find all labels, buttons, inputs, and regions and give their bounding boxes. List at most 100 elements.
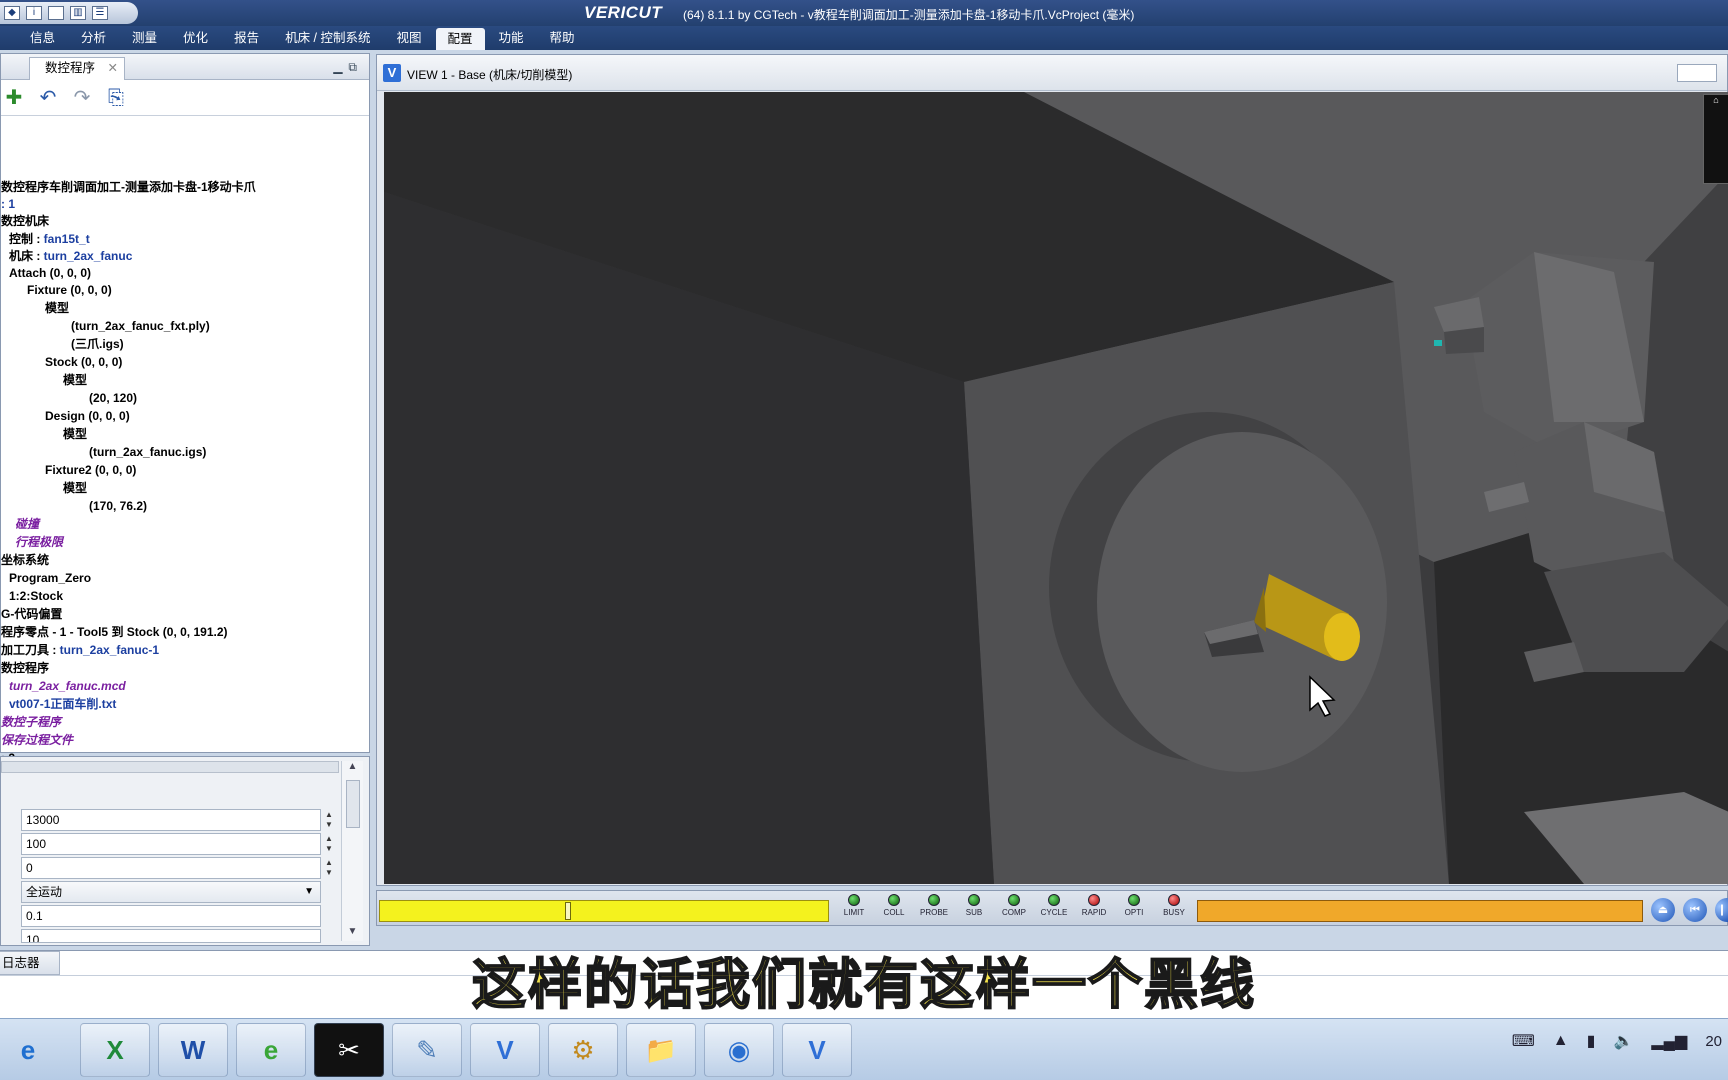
- menu-item-2[interactable]: 测量: [120, 27, 169, 49]
- led-coll[interactable]: COLL: [877, 894, 911, 917]
- tree-node[interactable]: 数控程序: [1, 659, 49, 677]
- animation-speed-slider[interactable]: [379, 900, 829, 922]
- tree-node[interactable]: Stock (0, 0, 0): [45, 353, 122, 371]
- led-rapid[interactable]: RAPID: [1077, 894, 1111, 917]
- tree-node[interactable]: (turn_2ax_fanuc.igs): [89, 443, 206, 461]
- tree-node[interactable]: 模型: [45, 299, 69, 317]
- menu-item-0[interactable]: 信息: [18, 27, 67, 49]
- taskbar-app-2[interactable]: W: [158, 1023, 228, 1077]
- tree-node[interactable]: (170, 76.2): [89, 497, 147, 515]
- clock[interactable]: 20: [1705, 1033, 1722, 1050]
- horizontal-scrollbar[interactable]: [1, 761, 339, 773]
- led-opti[interactable]: OPTI: [1117, 894, 1151, 917]
- tab-nc-program[interactable]: 数控程序 ✕: [29, 57, 125, 80]
- motion-select[interactable]: 全运动 ▼: [21, 881, 321, 903]
- app-icon[interactable]: ◆: [4, 6, 20, 20]
- layout-stack-icon[interactable]: ☰: [92, 6, 108, 20]
- menu-item-4[interactable]: 报告: [222, 27, 271, 49]
- scroll-down-icon[interactable]: ▼: [342, 926, 363, 937]
- tree-node[interactable]: : 1: [1, 195, 15, 213]
- tree-node[interactable]: Fixture2 (0, 0, 0): [45, 461, 136, 479]
- keyboard-icon[interactable]: ⌨: [1512, 1031, 1535, 1051]
- volume-icon[interactable]: 🔈: [1613, 1031, 1633, 1051]
- spinner-icon[interactable]: ▲ ▼: [322, 810, 336, 830]
- spinner-icon[interactable]: ▲ ▼: [322, 834, 336, 854]
- tree-node[interactable]: 程序零点 - 1 - Tool5 到 Stock (0, 0, 191.2): [1, 623, 228, 641]
- field-steps[interactable]: 10: [21, 929, 321, 943]
- home-icon[interactable]: ⌂: [1704, 95, 1728, 105]
- pause-icon[interactable]: ❙: [1715, 898, 1728, 922]
- taskbar-app-7[interactable]: ⚙: [548, 1023, 618, 1077]
- taskbar-app-1[interactable]: X: [80, 1023, 150, 1077]
- tree-node[interactable]: (三爪.igs): [71, 335, 124, 353]
- tree-node[interactable]: G-代码偏置: [1, 605, 62, 623]
- tree-node[interactable]: vt007-1正面车削.txt: [9, 695, 116, 713]
- led-probe[interactable]: PROBE: [917, 894, 951, 917]
- tree-node[interactable]: 模型: [63, 425, 87, 443]
- tree-node[interactable]: (turn_2ax_fanuc_fxt.ply): [71, 317, 210, 335]
- taskbar-app-10[interactable]: V: [782, 1023, 852, 1077]
- led-sub[interactable]: SUB: [957, 894, 991, 917]
- scroll-up-icon[interactable]: ▲: [342, 761, 363, 772]
- tree-node[interactable]: 数控机床: [1, 212, 49, 230]
- tree-node[interactable]: 控制 : fan15t_t: [9, 230, 90, 248]
- taskbar-app-3[interactable]: e: [236, 1023, 306, 1077]
- show-hidden-icon[interactable]: ▲: [1553, 1032, 1569, 1050]
- led-limit[interactable]: LIMIT: [837, 894, 871, 917]
- configure-icon[interactable]: ⎘: [105, 87, 127, 109]
- tree-node[interactable]: 1:2:Stock: [9, 587, 63, 605]
- tree-node[interactable]: 模型: [63, 479, 87, 497]
- tree-node[interactable]: 保存过程文件: [1, 731, 73, 749]
- field-offset[interactable]: 0 ▲ ▼: [21, 857, 333, 879]
- menu-item-1[interactable]: 分析: [69, 27, 118, 49]
- menu-item-7[interactable]: 配置: [435, 28, 485, 50]
- tree-node[interactable]: (20, 120): [89, 389, 137, 407]
- tree-node[interactable]: 行程极限: [15, 533, 63, 551]
- taskbar-app-4[interactable]: ✂: [314, 1023, 384, 1077]
- taskbar-app-9[interactable]: ◉: [704, 1023, 774, 1077]
- tree-node[interactable]: 碰撞: [15, 515, 39, 533]
- tree-node[interactable]: 坐标系统: [1, 551, 49, 569]
- undo-icon[interactable]: ↶: [37, 87, 59, 109]
- taskbar-app-8[interactable]: 📁: [626, 1023, 696, 1077]
- tree-node[interactable]: turn_2ax_fanuc.mcd: [9, 677, 126, 695]
- led-cycle[interactable]: CYCLE: [1037, 894, 1071, 917]
- menu-item-3[interactable]: 优化: [171, 27, 220, 49]
- taskbar-app-0[interactable]: e: [0, 1023, 56, 1077]
- menu-item-9[interactable]: 帮助: [538, 27, 587, 49]
- tree-node[interactable]: 数控程序车削调面加工-测量添加卡盘-1移动卡爪: [1, 178, 256, 196]
- taskbar-app-6[interactable]: V: [470, 1023, 540, 1077]
- 3d-viewport[interactable]: ⌂: [384, 92, 1728, 884]
- spinner-icon[interactable]: ▲ ▼: [322, 858, 336, 878]
- tree-node[interactable]: Fixture (0, 0, 0): [27, 281, 112, 299]
- tree-node[interactable]: 数控子程序: [1, 713, 61, 731]
- taskbar-app-5[interactable]: ✎: [392, 1023, 462, 1077]
- slider-thumb[interactable]: [565, 902, 571, 920]
- tree-node[interactable]: Design (0, 0, 0): [45, 407, 130, 425]
- scroll-thumb[interactable]: [345, 780, 360, 828]
- tree-node[interactable]: 加工刀具 : turn_2ax_fanuc-1: [1, 641, 159, 659]
- battery-icon[interactable]: ▮: [1587, 1031, 1596, 1051]
- field-tolerance[interactable]: 0.1: [21, 905, 321, 927]
- tree-node[interactable]: 机床 : turn_2ax_fanuc: [9, 247, 132, 265]
- network-icon[interactable]: ▂▄▆: [1651, 1031, 1687, 1051]
- close-icon[interactable]: ✕: [108, 58, 118, 79]
- layout-split-icon[interactable]: ▥: [70, 6, 86, 20]
- menu-item-8[interactable]: 功能: [487, 27, 536, 49]
- tree-node[interactable]: Program_Zero: [9, 569, 91, 587]
- layout-single-icon[interactable]: [48, 6, 64, 20]
- menu-item-5[interactable]: 机床 / 控制系统: [273, 27, 382, 49]
- add-icon[interactable]: ✚: [3, 87, 25, 109]
- rewind-icon[interactable]: ⏮: [1683, 898, 1707, 922]
- redo-icon[interactable]: ↷: [71, 87, 93, 109]
- eject-icon[interactable]: ⏏: [1651, 898, 1675, 922]
- info-icon[interactable]: i: [26, 6, 42, 20]
- tree-node[interactable]: 模型: [63, 371, 87, 389]
- menu-item-6[interactable]: 视图: [385, 27, 434, 49]
- led-busy[interactable]: BUSY: [1157, 894, 1191, 917]
- field-feed[interactable]: 100 ▲ ▼: [21, 833, 333, 855]
- vertical-scrollbar[interactable]: ▲ ▼: [341, 761, 363, 941]
- minimize-button[interactable]: [1677, 64, 1717, 82]
- view-cube[interactable]: ⌂: [1703, 94, 1728, 184]
- tree-node[interactable]: Attach (0, 0, 0): [9, 264, 91, 282]
